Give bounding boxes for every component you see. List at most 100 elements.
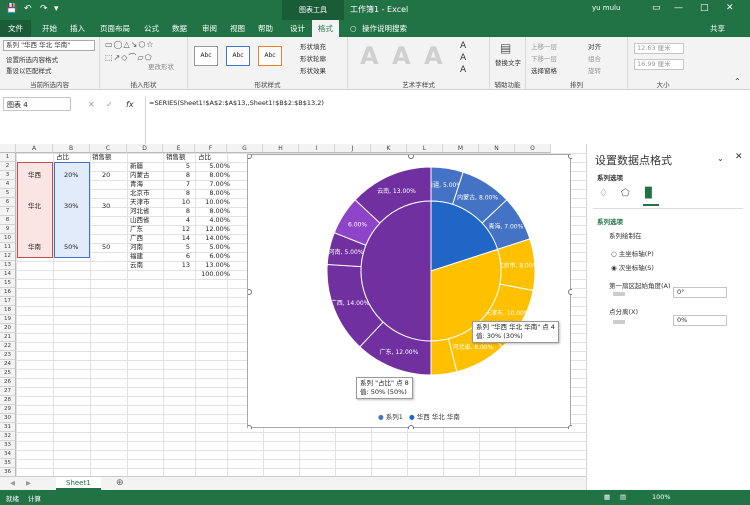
cell-f5[interactable]: 8.00% (198, 189, 230, 198)
selection-pane-button[interactable]: 选择窗格 (531, 65, 557, 75)
series-options-dropdown[interactable]: 系列选项 (597, 172, 623, 182)
status-calculate[interactable]: 计算 (28, 493, 41, 503)
cell-c1[interactable]: 销售额 (92, 153, 112, 162)
redo-icon[interactable]: ↷ (40, 4, 48, 14)
chart-resize-handle[interactable] (408, 425, 414, 431)
row-header-19[interactable]: 19 (0, 315, 16, 324)
cell-e4[interactable]: 7 (166, 180, 190, 189)
column-header-k[interactable]: K (371, 144, 407, 153)
effects-icon[interactable]: ⬠ (621, 188, 630, 199)
group-button[interactable]: 组合 (588, 53, 601, 63)
cell-d10[interactable]: 广西 (130, 234, 143, 243)
column-header-d[interactable]: D (127, 144, 163, 153)
cell-e13[interactable]: 13 (166, 261, 190, 270)
reset-style-button[interactable]: 重设以匹配样式 (6, 65, 52, 75)
shapes-gallery-row2-icon[interactable]: ⬚↗◇⌒▱⬠ (105, 52, 153, 63)
cell-f4[interactable]: 7.00% (198, 180, 230, 189)
cell-d2[interactable]: 新疆 (130, 162, 143, 171)
cell-f2[interactable]: 5.00% (198, 162, 230, 171)
chart-resize-handle[interactable] (408, 153, 414, 159)
explosion-input[interactable]: 0% (673, 315, 727, 326)
column-header-b[interactable]: B (53, 144, 90, 153)
cell-e12[interactable]: 6 (166, 252, 190, 261)
row-header-32[interactable]: 32 (0, 432, 16, 441)
share-button[interactable]: 共享 (710, 20, 725, 37)
cell-b1[interactable]: 占比 (56, 153, 69, 162)
ribbon-display-icon[interactable]: ▭ (652, 3, 661, 13)
cell-e7[interactable]: 8 (166, 207, 190, 216)
bring-forward-button[interactable]: 上移一层 (531, 41, 557, 51)
cell-b10[interactable]: 50% (64, 243, 78, 252)
chart-element-selector[interactable]: 系列 "华西 华北 华南" (3, 40, 95, 51)
row-header-30[interactable]: 30 (0, 414, 16, 423)
chart-resize-handle[interactable] (568, 425, 574, 431)
change-shape-button[interactable]: 更改形状 (148, 61, 174, 71)
alt-text-button[interactable]: 替换文字 (495, 59, 521, 67)
cell-f6[interactable]: 10.00% (198, 198, 230, 207)
page-layout-view-icon[interactable]: ▤ (620, 493, 626, 501)
close-icon[interactable]: ✕ (726, 3, 734, 13)
column-header-h[interactable]: H (263, 144, 299, 153)
cell-d13[interactable]: 云南 (130, 261, 143, 270)
row-header-28[interactable]: 28 (0, 396, 16, 405)
save-icon[interactable]: 💾 (6, 4, 17, 14)
normal-view-icon[interactable]: ▦ (604, 493, 610, 501)
row-header-25[interactable]: 25 (0, 369, 16, 378)
row-header-6[interactable]: 6 (0, 198, 16, 207)
shape-style-3[interactable]: Abc (258, 46, 282, 66)
minimize-icon[interactable]: — (674, 3, 683, 13)
cell-d7[interactable]: 河北省 (130, 207, 150, 216)
cell-d9[interactable]: 广东 (130, 225, 143, 234)
row-header-13[interactable]: 13 (0, 261, 16, 270)
cancel-formula-icon[interactable]: ✕ (88, 100, 95, 109)
tell-me-icon[interactable]: ○ (350, 20, 357, 37)
tab-review[interactable]: 审阅 (202, 20, 217, 37)
cell-f3[interactable]: 8.00% (198, 171, 230, 180)
tab-format[interactable]: 格式 (312, 20, 339, 37)
user-name[interactable]: yu mulu (592, 4, 620, 12)
prev-sheet-icon[interactable]: ◀ (10, 479, 15, 487)
enter-formula-icon[interactable]: ✓ (106, 100, 113, 109)
row-header-27[interactable]: 27 (0, 387, 16, 396)
chart-resize-handle[interactable] (246, 289, 252, 295)
select-all-corner[interactable] (0, 144, 16, 153)
cell-c3[interactable]: 20 (102, 171, 110, 180)
tab-home[interactable]: 开始 (42, 20, 57, 37)
wordart-style-3[interactable]: A (424, 42, 443, 70)
cell-b3[interactable]: 20% (64, 171, 78, 180)
angle-slider[interactable] (613, 292, 625, 296)
cell-e9[interactable]: 12 (166, 225, 190, 234)
zoom-level[interactable]: 100% (652, 493, 671, 501)
column-header-g[interactable]: G (227, 144, 263, 153)
cell-d12[interactable]: 福建 (130, 252, 143, 261)
row-header-21[interactable]: 21 (0, 333, 16, 342)
cell-f14-total[interactable]: 100.00% (198, 270, 230, 279)
cell-f1[interactable]: 占比 (198, 153, 211, 162)
row-header-35[interactable]: 35 (0, 459, 16, 468)
row-header-5[interactable]: 5 (0, 189, 16, 198)
chart-resize-handle[interactable] (568, 289, 574, 295)
cell-e10[interactable]: 14 (166, 234, 190, 243)
column-header-n[interactable]: N (479, 144, 515, 153)
cell-f11[interactable]: 5.00% (198, 243, 230, 252)
cell-e6[interactable]: 10 (166, 198, 190, 207)
cell-d3[interactable]: 内蒙古 (130, 171, 150, 180)
text-outline-icon[interactable]: A (460, 53, 466, 63)
tab-design[interactable]: 设计 (290, 20, 305, 37)
row-header-14[interactable]: 14 (0, 270, 16, 279)
row-header-2[interactable]: 2 (0, 162, 16, 171)
cell-a6[interactable]: 华北 (28, 202, 41, 211)
tab-data[interactable]: 数据 (172, 20, 187, 37)
column-header-c[interactable]: C (90, 144, 127, 153)
tab-insert[interactable]: 插入 (70, 20, 85, 37)
name-box[interactable]: 图表 4 (3, 97, 71, 111)
row-header-18[interactable]: 18 (0, 306, 16, 315)
shape-style-2[interactable]: Abc (226, 46, 250, 66)
pane-options-icon[interactable]: ⌄ (717, 154, 724, 163)
shape-outline-button[interactable]: 形状轮廓 (300, 53, 326, 63)
cell-d4[interactable]: 青海 (130, 180, 143, 189)
formula-input[interactable]: =SERIES(Sheet1!$A$2:$A$13,,Sheet1!$B$2:$… (145, 96, 745, 146)
send-backward-button[interactable]: 下移一层 (531, 53, 557, 63)
wordart-style-2[interactable]: A (392, 42, 411, 70)
tab-page-layout[interactable]: 页面布局 (100, 20, 130, 37)
